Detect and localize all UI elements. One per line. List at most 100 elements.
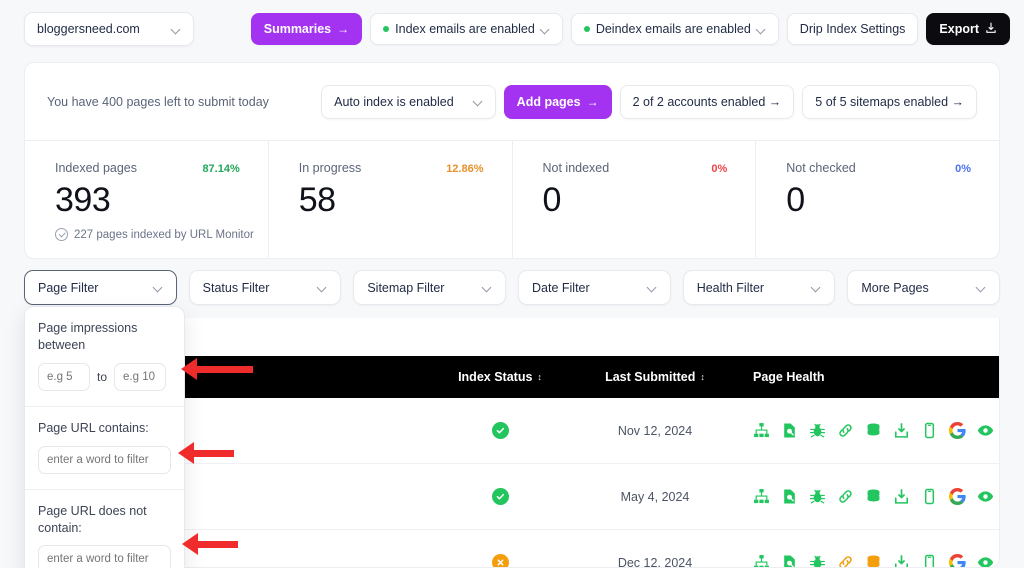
- download-icon[interactable]: [893, 554, 910, 567]
- stat-value: 0: [786, 181, 805, 219]
- auto-index-label: Auto index is enabled: [334, 94, 454, 109]
- col-last-submitted-label: Last Submitted: [605, 370, 696, 384]
- impressions-to-input[interactable]: [114, 362, 167, 391]
- stat-header: Not indexed 0%: [543, 161, 756, 175]
- col-page-health: Page Health: [735, 370, 999, 384]
- export-label: Export: [939, 22, 979, 36]
- cell-last-submitted: Dec 12, 2024: [617, 555, 693, 568]
- url-not-contains-input[interactable]: [38, 545, 171, 568]
- cell-page-health: [735, 488, 999, 505]
- stat-label: Not checked: [786, 161, 856, 175]
- google-icon[interactable]: [948, 554, 966, 567]
- summaries-label: Summaries: [263, 22, 332, 36]
- stat-header: In progress 12.86%: [299, 161, 512, 175]
- arrow-head: [181, 358, 197, 380]
- stat-percentage: 87.14%: [202, 163, 240, 175]
- bug-icon[interactable]: [809, 488, 826, 505]
- chevron-down-icon: [757, 25, 766, 34]
- page-impressions-section: Page impressions between to: [25, 307, 184, 407]
- col-index-status[interactable]: Index Status ↕: [425, 370, 575, 384]
- index-emails-label: Index emails are enabled: [395, 22, 535, 36]
- mobile-icon[interactable]: [921, 422, 938, 439]
- download-icon[interactable]: [893, 422, 910, 439]
- sitemap-icon[interactable]: [753, 488, 770, 505]
- chevron-down-icon: [648, 283, 657, 292]
- google-icon[interactable]: [948, 422, 966, 439]
- filter-more-pages[interactable]: More Pages: [847, 270, 1001, 305]
- database-icon[interactable]: [865, 422, 882, 439]
- status-warning-icon: [491, 554, 509, 567]
- summaries-button[interactable]: Summaries →: [250, 13, 363, 45]
- filter-health[interactable]: Health Filter: [682, 270, 836, 305]
- filter-status[interactable]: Status Filter: [188, 270, 342, 305]
- add-pages-label: Add pages: [516, 94, 581, 109]
- index-emails-dropdown[interactable]: Index emails are enabled: [370, 13, 563, 45]
- sitemap-icon[interactable]: [753, 422, 770, 439]
- cell-index-status: [425, 554, 575, 567]
- sort-toggle-icon[interactable]: ↕: [700, 372, 705, 382]
- submit-quota-row: You have 400 pages left to submit today …: [25, 63, 999, 141]
- download-icon[interactable]: [893, 488, 910, 505]
- deindex-emails-dropdown[interactable]: Deindex emails are enabled: [570, 13, 779, 45]
- link-icon[interactable]: [837, 488, 854, 505]
- drip-index-settings-button[interactable]: Drip Index Settings: [786, 13, 919, 45]
- page-impressions-inputs: to: [38, 362, 171, 391]
- filter-date[interactable]: Date Filter: [518, 270, 671, 305]
- mobile-icon[interactable]: [921, 554, 938, 567]
- arrow-shaft: [192, 449, 234, 457]
- top-bar: bloggersneed.com Summaries → Index email…: [0, 0, 1024, 58]
- filter-page-label: Page Filter: [38, 280, 99, 295]
- filter-sitemap[interactable]: Sitemap Filter: [353, 270, 507, 305]
- arrow-right-icon: →: [337, 22, 350, 36]
- stat-percentage: 0%: [955, 163, 971, 175]
- chevron-down-icon: [318, 283, 327, 292]
- sitemap-icon[interactable]: [753, 554, 770, 567]
- app-root: bloggersneed.com Summaries → Index email…: [0, 0, 1024, 568]
- sitemaps-enabled-label: 5 of 5 sitemaps enabled →: [815, 94, 964, 109]
- bug-icon[interactable]: [809, 554, 826, 567]
- stat-label: Not indexed: [542, 161, 610, 175]
- stat-subtext-row: 227 pages indexed by URL Monitor: [55, 228, 268, 241]
- submit-quota-text: You have 400 pages left to submit today: [47, 94, 269, 109]
- page-scan-icon[interactable]: [781, 488, 798, 505]
- google-icon[interactable]: [948, 488, 966, 505]
- filter-date-label: Date Filter: [532, 280, 590, 295]
- eye-icon[interactable]: [977, 488, 994, 505]
- page-scan-icon[interactable]: [781, 422, 798, 439]
- deindex-emails-label: Deindex emails are enabled: [595, 22, 751, 36]
- cell-last-submitted: May 4, 2024: [620, 489, 690, 504]
- export-icon: [985, 22, 997, 37]
- sort-toggle-icon[interactable]: ↕: [537, 372, 542, 382]
- stat-value: 0: [542, 181, 562, 219]
- export-button[interactable]: Export: [926, 13, 1010, 45]
- chevron-down-icon: [812, 283, 821, 292]
- eye-icon[interactable]: [977, 422, 994, 439]
- site-selector[interactable]: bloggersneed.com: [24, 12, 194, 46]
- add-pages-button[interactable]: Add pages →: [503, 84, 612, 119]
- arrow-shaft: [195, 365, 253, 373]
- accounts-enabled-button[interactable]: 2 of 2 accounts enabled →: [619, 84, 795, 119]
- stat-card-not-checked: Not checked 0% 0: [756, 141, 999, 258]
- arrow-shaft: [196, 540, 238, 548]
- col-last-submitted[interactable]: Last Submitted ↕: [575, 370, 735, 384]
- chevron-down-icon: [154, 283, 163, 292]
- cell-index-status: [425, 488, 575, 505]
- mobile-icon[interactable]: [921, 488, 938, 505]
- filter-bar: Page Filter Status Filter Sitemap Filter…: [24, 270, 1001, 305]
- link-icon[interactable]: [837, 554, 854, 567]
- bug-icon[interactable]: [809, 422, 826, 439]
- sitemaps-enabled-button[interactable]: 5 of 5 sitemaps enabled →: [802, 84, 977, 119]
- impressions-from-input[interactable]: [38, 362, 90, 391]
- filter-health-label: Health Filter: [696, 280, 765, 295]
- database-icon[interactable]: [865, 488, 882, 505]
- page-scan-icon[interactable]: [781, 554, 798, 567]
- link-icon[interactable]: [837, 422, 854, 439]
- eye-icon[interactable]: [977, 554, 994, 567]
- filter-page[interactable]: Page Filter: [24, 270, 177, 305]
- database-icon[interactable]: [865, 554, 882, 567]
- auto-index-dropdown[interactable]: Auto index is enabled: [321, 84, 496, 119]
- url-contains-input[interactable]: [38, 445, 171, 474]
- accounts-enabled-label: 2 of 2 accounts enabled →: [632, 94, 782, 109]
- stat-percentage: 0%: [711, 163, 728, 175]
- check-circle-icon: [55, 228, 68, 241]
